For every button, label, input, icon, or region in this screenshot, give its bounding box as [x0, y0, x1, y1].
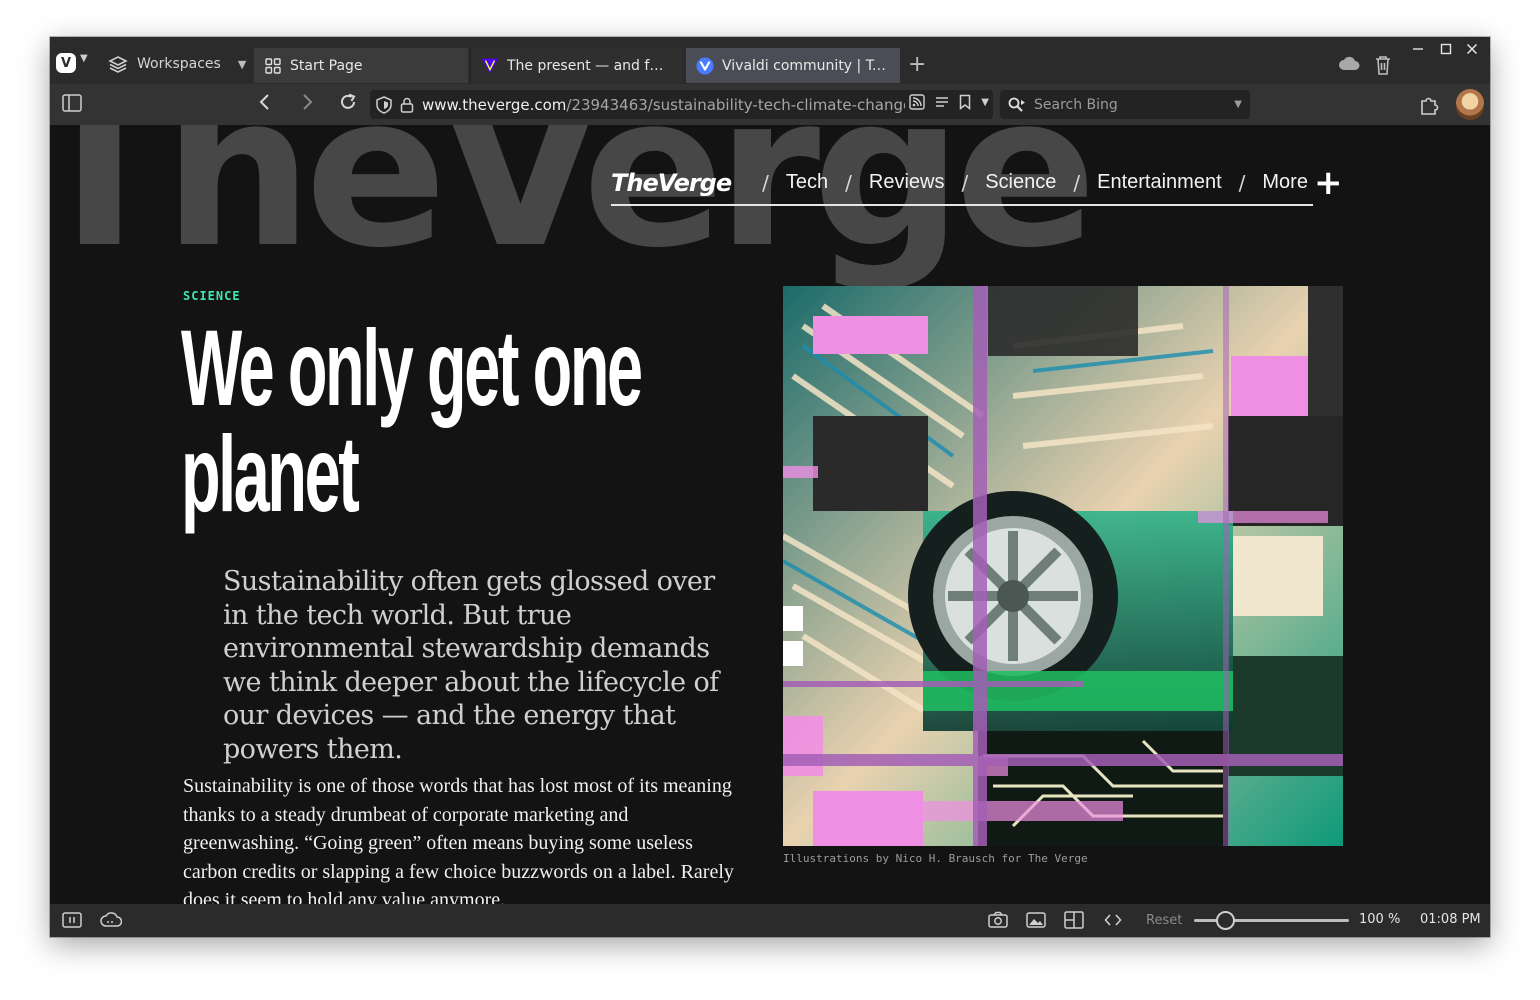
workspaces-button[interactable]: Workspaces ▼ — [108, 49, 246, 79]
address-toolbar: www.theverge.com/23943463/sustainability… — [50, 84, 1490, 125]
profile-avatar[interactable] — [1456, 89, 1484, 120]
nav-separator: / — [845, 170, 852, 195]
verge-logo[interactable]: TheVerge — [611, 169, 732, 197]
camera-icon[interactable] — [988, 911, 1008, 933]
clock: 01:08 PM — [1420, 912, 1481, 927]
reader-view-icon[interactable] — [935, 95, 949, 109]
url-host: www.theverge.com — [422, 95, 567, 114]
page-tiling-icon[interactable] — [1064, 911, 1084, 933]
address-field[interactable]: www.theverge.com/23943463/sustainability… — [370, 90, 993, 119]
tab-title: Start Page — [290, 57, 363, 74]
chevron-down-icon: ▼ — [237, 57, 247, 71]
tab-title: The present — and future — — [507, 57, 672, 74]
nav-separator: / — [1073, 170, 1081, 195]
address-actions: ▼ — [905, 94, 989, 110]
article-headline: We only get one planet — [181, 307, 643, 534]
zoom-reset-button[interactable]: Reset — [1146, 913, 1182, 928]
article-illustration — [783, 286, 1343, 846]
extensions-puzzle-icon[interactable] — [1418, 94, 1440, 120]
panel-toggle-icon[interactable] — [62, 93, 82, 117]
grid-icon — [264, 57, 282, 75]
browser-window: V ▼ Workspaces ▼ Start Page The present … — [50, 37, 1490, 937]
search-engine-icon[interactable] — [1008, 97, 1026, 113]
url-path: /23943463/sustainability-tech-climate-ch… — [566, 95, 913, 114]
search-field[interactable]: Search Bing ▼ — [1000, 90, 1250, 119]
back-icon[interactable] — [258, 92, 272, 117]
tab-bar: V ▼ Workspaces ▼ Start Page The present … — [50, 37, 1490, 84]
close-icon[interactable] — [1466, 43, 1478, 59]
plus-icon[interactable]: + — [1314, 166, 1343, 200]
chevron-down-icon[interactable]: ▼ — [80, 53, 88, 64]
status-bar: Reset 100 % 01:08 PM — [50, 904, 1490, 937]
chevron-down-icon[interactable]: ▼ — [1234, 99, 1242, 110]
tab-start-page[interactable]: Start Page — [254, 48, 468, 83]
tab-vivaldi-community[interactable]: Vivaldi community | Tech ... — [686, 48, 900, 83]
nav-separator: / — [961, 170, 969, 195]
nav-item-more[interactable]: More — [1262, 171, 1308, 194]
nav-separator: / — [762, 170, 769, 195]
tab-title: Vivaldi community | Tech ... — [722, 57, 890, 74]
article-dek: Sustainability often gets glossed over i… — [223, 566, 719, 765]
nav-separator: / — [1238, 170, 1246, 195]
nav-item-reviews[interactable]: Reviews — [869, 171, 945, 194]
minimize-icon[interactable] — [1412, 43, 1424, 59]
nav-item-science[interactable]: Science — [985, 171, 1056, 194]
chevron-down-icon[interactable]: ▼ — [981, 97, 989, 108]
cloud-icon[interactable] — [1338, 55, 1360, 75]
layers-icon — [108, 56, 128, 73]
rss-feed-icon[interactable] — [909, 94, 925, 110]
nav-item-tech[interactable]: Tech — [786, 171, 828, 194]
zoom-level: 100 % — [1359, 912, 1401, 927]
reload-icon[interactable] — [338, 92, 358, 117]
bookmark-icon[interactable] — [959, 94, 971, 110]
web-page: TheVerge TheVerge / Tech / Reviews / Sci… — [50, 125, 1490, 904]
zoom-slider[interactable] — [1194, 911, 1349, 930]
nav-item-entertainment[interactable]: Entertainment — [1097, 171, 1222, 194]
trash-icon[interactable] — [1374, 55, 1392, 79]
maximize-icon[interactable] — [1440, 43, 1452, 59]
workspaces-label: Workspaces — [137, 56, 221, 72]
article-body: Sustainability is one of those words tha… — [183, 775, 734, 904]
vivaldi-menu-button[interactable]: V — [56, 53, 76, 73]
new-tab-button[interactable]: + — [908, 51, 926, 79]
shield-icon[interactable] — [376, 95, 392, 114]
article-category[interactable]: SCIENCE — [183, 289, 241, 303]
tab-the-verge[interactable]: The present — and future — — [470, 48, 682, 83]
image-icon[interactable] — [1026, 911, 1046, 933]
lock-icon[interactable] — [400, 97, 414, 113]
url-text: www.theverge.com/23943463/sustainability… — [422, 96, 912, 114]
site-navigation: TheVerge / Tech / Reviews / Science / En… — [611, 161, 1342, 206]
panel-toggle-icon[interactable] — [62, 911, 82, 933]
vivaldi-favicon-icon — [696, 57, 714, 75]
forward-icon[interactable] — [300, 92, 314, 117]
image-caption: Illustrations by Nico H. Brausch for The… — [783, 852, 1088, 865]
code-icon[interactable] — [1104, 911, 1122, 933]
sync-cloud-icon[interactable] — [100, 911, 123, 933]
verge-favicon-icon — [481, 57, 499, 75]
zoom-slider-handle[interactable] — [1215, 911, 1235, 930]
search-placeholder: Search Bing — [1034, 96, 1118, 113]
